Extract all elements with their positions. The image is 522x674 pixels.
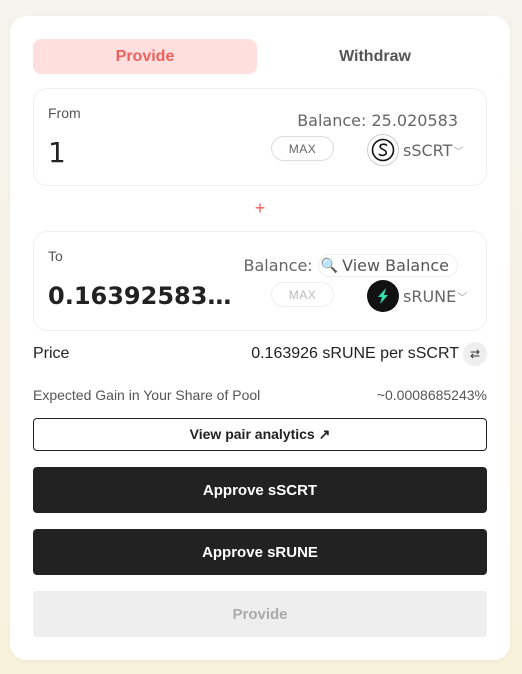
chevron-down-icon: ﹀ — [453, 146, 464, 158]
tab-withdraw[interactable]: Withdraw — [263, 39, 487, 74]
chevron-down-icon: ﹀ — [457, 292, 468, 304]
from-label: From — [48, 105, 81, 121]
to-max-button[interactable]: MAX — [271, 282, 334, 307]
gain-row: Expected Gain in Your Share of Pool ~0.0… — [33, 386, 487, 404]
view-pair-analytics-button[interactable]: View pair analytics ↗ — [33, 418, 487, 451]
magnifier-icon: 🔍 — [320, 257, 339, 274]
to-label: To — [48, 248, 63, 264]
view-balance-button[interactable]: 🔍 View Balance — [317, 254, 458, 277]
from-token-name: sSCRT — [403, 140, 453, 160]
view-balance-label: View Balance — [342, 256, 449, 275]
price-label: Price — [33, 345, 70, 362]
to-balance: Balance: 🔍 View Balance — [243, 254, 458, 277]
to-balance-prefix: Balance: — [243, 256, 313, 275]
to-token-panel: To Balance: 🔍 View Balance 0.16392583… M… — [33, 231, 487, 331]
provide-button[interactable]: Provide — [33, 591, 487, 637]
swap-arrows-icon[interactable]: ⇄ — [463, 342, 487, 366]
from-token-panel: From Balance: 25.020583 MAX sSCRT ﹀ — [33, 88, 487, 186]
price-row: Price 0.163926 sRUNE per sSCRT ⇄ — [33, 342, 487, 366]
scrt-logo-icon — [367, 134, 399, 166]
to-amount-input[interactable]: 0.16392583… — [48, 282, 238, 314]
tab-bar: Provide Withdraw — [33, 39, 487, 74]
to-token-name: sRUNE — [403, 286, 457, 306]
from-amount-input[interactable] — [48, 133, 238, 171]
from-max-button[interactable]: MAX — [271, 136, 334, 161]
price-value: 0.163926 sRUNE per sSCRT — [251, 345, 459, 362]
tab-provide[interactable]: Provide — [33, 39, 257, 74]
to-token-selector[interactable]: sRUNE ﹀ — [367, 279, 467, 313]
approve-sscrt-button[interactable]: Approve sSCRT — [33, 467, 487, 513]
gain-value: ~0.0008685243% — [376, 387, 487, 403]
plus-icon: + — [254, 198, 266, 218]
from-balance: Balance: 25.020583 — [297, 111, 458, 130]
approve-srune-button[interactable]: Approve sRUNE — [33, 529, 487, 575]
gain-label: Expected Gain in Your Share of Pool — [33, 387, 261, 403]
price-value-wrap: 0.163926 sRUNE per sSCRT ⇄ — [251, 342, 487, 366]
from-token-selector[interactable]: sSCRT ﹀ — [367, 133, 463, 167]
provide-liquidity-card: Provide Withdraw From Balance: 25.020583… — [10, 16, 510, 660]
rune-logo-icon — [367, 280, 399, 312]
